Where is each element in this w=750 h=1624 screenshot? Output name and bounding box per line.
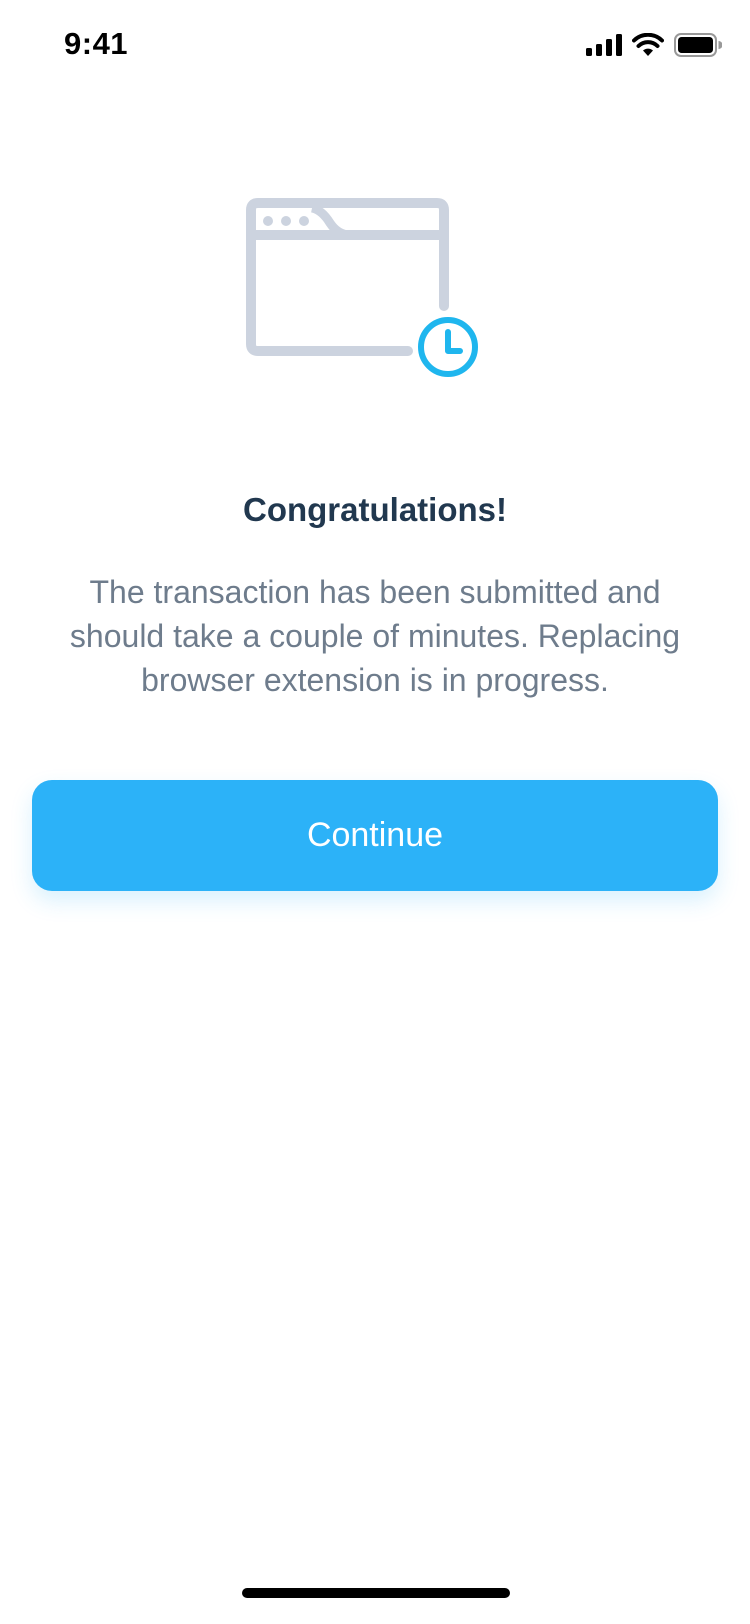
clock-icon — [418, 317, 478, 377]
browser-window-icon — [246, 198, 449, 356]
status-time: 9:41 — [64, 26, 129, 61]
status-icons — [586, 32, 722, 58]
continue-button[interactable]: Continue — [32, 780, 718, 891]
success-title: Congratulations! — [243, 491, 507, 528]
wifi-icon — [632, 33, 664, 56]
success-message: The transaction has been submitted and s… — [69, 574, 681, 698]
browser-clock-illustration — [246, 198, 486, 388]
status-bar: 9:41 — [0, 0, 750, 90]
signal-icon — [586, 34, 622, 56]
battery-icon — [674, 33, 722, 57]
home-indicator[interactable] — [242, 1588, 510, 1598]
